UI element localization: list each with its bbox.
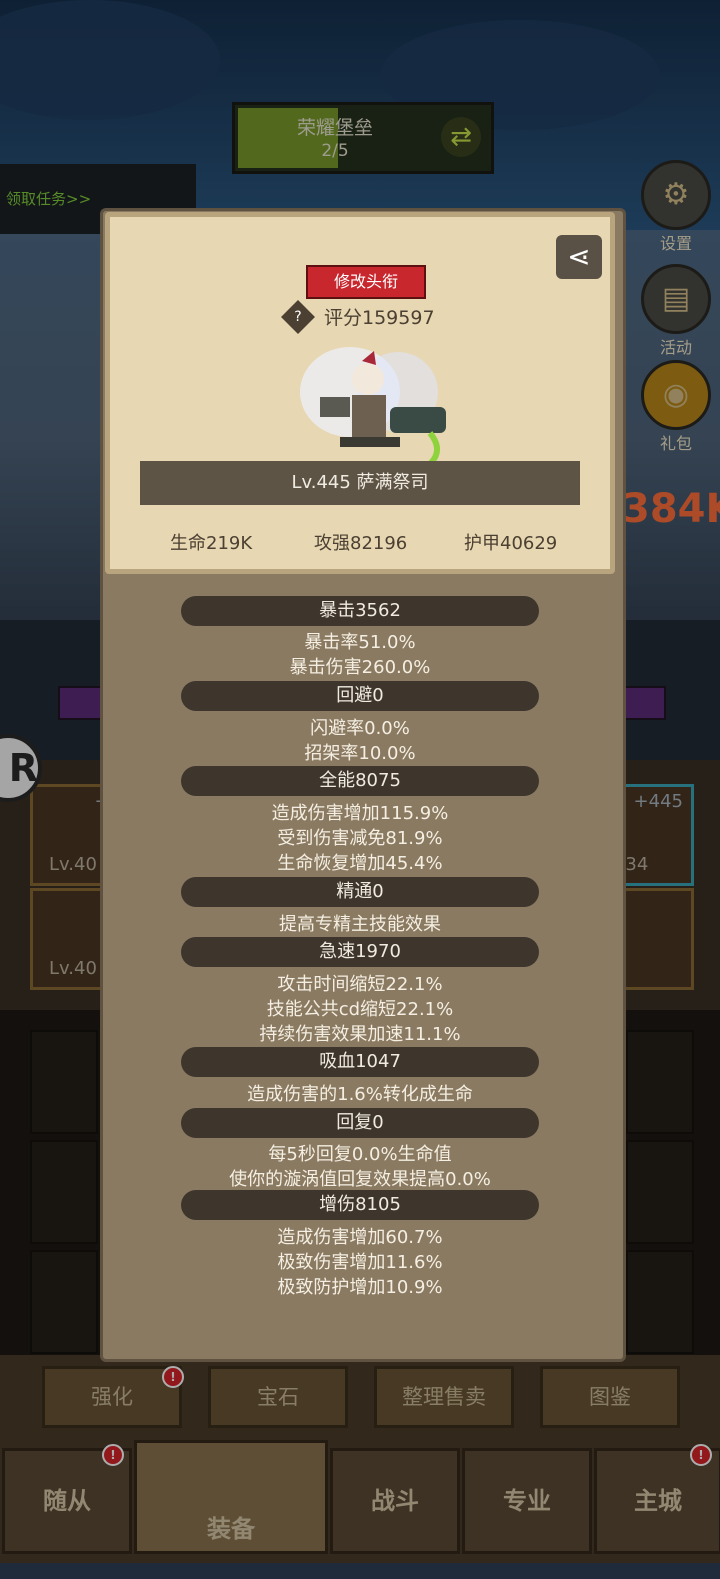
hero-name-bar: Lv.445 萨满祭司 (140, 461, 580, 505)
stat-line: 闪避率0.0% (310, 718, 410, 739)
stat-header-haste: 急速1970 (181, 937, 539, 967)
stat-header-recovery: 回复0 (181, 1108, 539, 1138)
stat-header-damage-boost: 增伤8105 (181, 1190, 539, 1220)
stat-line: 生命恢复增加45.4% (277, 853, 443, 874)
stat-line: 攻击时间缩短22.1% (277, 974, 443, 995)
stat-line: 极致伤害增加11.6% (277, 1252, 443, 1273)
share-icon[interactable]: ⋖ (556, 235, 602, 279)
stat-line: 暴击率51.0% (304, 632, 416, 653)
stat-header-mastery: 精通0 (181, 877, 539, 907)
armor-stat: 护甲40629 (464, 533, 558, 554)
score-text: 评分159597 (324, 307, 435, 329)
hero-name: Lv.445 萨满祭司 (291, 472, 429, 493)
stat-header-crit: 暴击3562 (181, 596, 539, 626)
stat-line: 每5秒回复0.0%生命值 (268, 1144, 452, 1165)
stat-line: 提高专精主技能效果 (279, 914, 441, 935)
help-icon-glyph: ? (294, 309, 302, 325)
life-stat: 生命219K (170, 533, 253, 554)
stat-header-dodge: 回避0 (181, 681, 539, 711)
stat-line: 造成伤害增加115.9% (271, 803, 449, 824)
help-icon[interactable]: ? (281, 300, 315, 334)
hero-avatar (300, 347, 446, 474)
stat-line: 极致防护增加10.9% (277, 1277, 443, 1298)
stat-line: 招架率10.0% (304, 743, 416, 764)
stat-line: 受到伤害减免81.9% (277, 828, 443, 849)
stat-header-versatility: 全能8075 (181, 766, 539, 796)
stat-line: 造成伤害的1.6%转化成生命 (247, 1084, 473, 1105)
stat-header-lifesteal: 吸血1047 (181, 1047, 539, 1077)
stat-line: 造成伤害增加60.7% (277, 1227, 443, 1248)
attack-stat: 攻强82196 (314, 533, 408, 554)
stat-line: 技能公共cd缩短22.1% (266, 999, 454, 1020)
stat-line: 持续伤害效果加速11.1% (259, 1024, 461, 1045)
change-title-button[interactable]: 修改头衔 (306, 265, 426, 299)
stat-line: 暴击伤害260.0% (289, 657, 431, 678)
stat-line: 使你的漩涡值回复效果提高0.0% (229, 1169, 491, 1190)
character-card: 修改头衔 ? 评分159597 ⋖ Lv.445 萨满祭司 生命219K 攻强8… (105, 212, 615, 574)
